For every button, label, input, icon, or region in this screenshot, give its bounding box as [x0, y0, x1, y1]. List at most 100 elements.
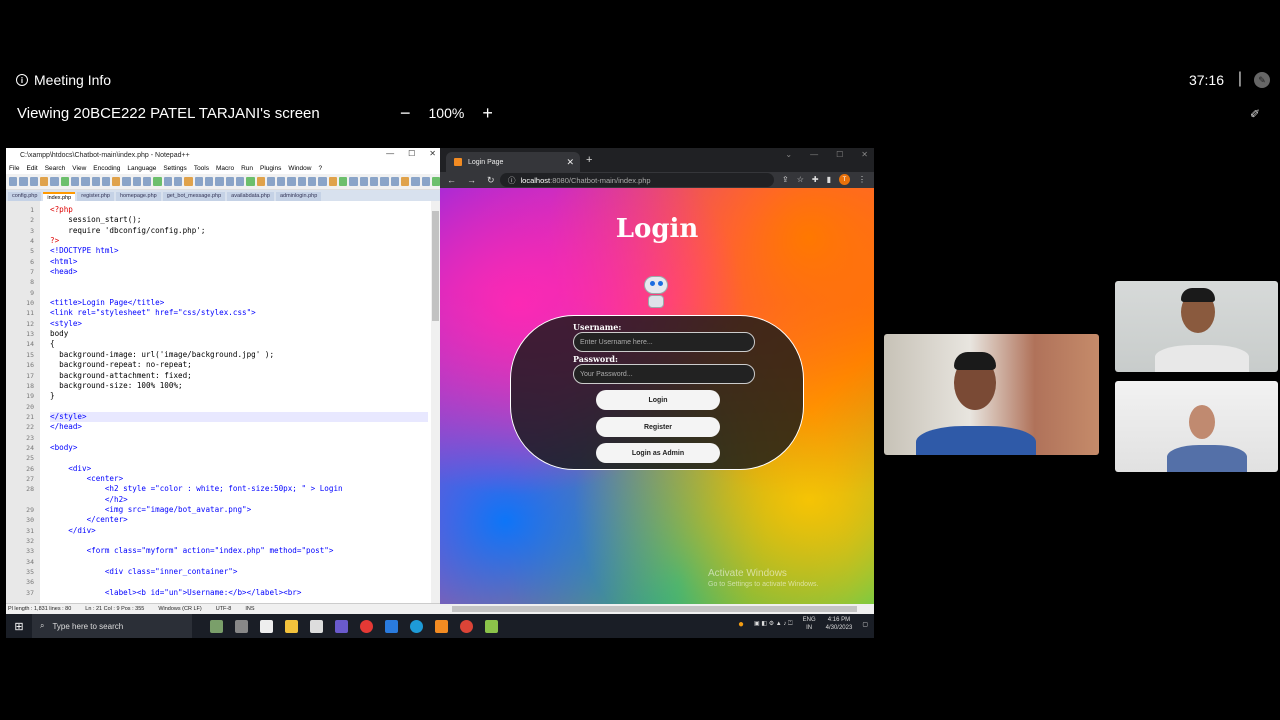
- toolbar-button-icon[interactable]: [50, 177, 59, 186]
- menu-item[interactable]: Run: [241, 165, 253, 172]
- participant-video-2[interactable]: [1115, 281, 1278, 372]
- toolbar-button-icon[interactable]: [266, 177, 276, 186]
- toolbar-button-icon[interactable]: [204, 177, 214, 186]
- store-icon[interactable]: [310, 619, 323, 633]
- taskbar-clock[interactable]: 4:16 PM 4/30/2023: [826, 616, 853, 632]
- chevron-down-icon[interactable]: ⌄: [785, 150, 792, 159]
- toolbar-button-icon[interactable]: [19, 177, 28, 186]
- menu-item[interactable]: Settings: [163, 165, 187, 172]
- toolbar-button-icon[interactable]: [70, 177, 80, 186]
- chrome-icon[interactable]: [460, 619, 473, 633]
- task-view-icon[interactable]: [235, 619, 248, 633]
- menu-item[interactable]: Macro: [216, 165, 234, 172]
- toolbar-button-icon[interactable]: [308, 177, 317, 186]
- tray-icons[interactable]: ▣ ◧ ⚙ ▲ ♪ ⏍: [754, 620, 793, 628]
- maximize-icon[interactable]: ☐: [836, 150, 843, 159]
- participant-video-3[interactable]: [1115, 381, 1278, 472]
- file-tab[interactable]: adminlogin.php: [275, 192, 322, 201]
- file-explorer-icon[interactable]: [285, 619, 298, 633]
- toolbar-button-icon[interactable]: [277, 177, 286, 186]
- vscode-icon[interactable]: [385, 619, 398, 633]
- zoom-in-button[interactable]: +: [482, 104, 493, 122]
- password-input[interactable]: Your Password...: [573, 364, 755, 384]
- toolbar-button-icon[interactable]: [81, 177, 90, 186]
- toolbar-button-icon[interactable]: [380, 177, 389, 186]
- toolbar-button-icon[interactable]: [421, 177, 430, 186]
- compass-icon[interactable]: ✎: [1254, 72, 1270, 88]
- profile-avatar[interactable]: T: [839, 174, 850, 185]
- annotate-icon[interactable]: ✐: [1250, 107, 1260, 121]
- menu-item[interactable]: Tools: [194, 165, 209, 172]
- toolbar-button-icon[interactable]: [256, 177, 265, 186]
- toolbar-button-icon[interactable]: [390, 177, 399, 186]
- toolbar-button-icon[interactable]: [297, 177, 307, 186]
- tab-close-icon[interactable]: ✕: [566, 157, 574, 168]
- widgets-icon[interactable]: [210, 619, 223, 633]
- notification-icon[interactable]: ▢: [862, 621, 868, 628]
- participant-video-1[interactable]: [884, 334, 1099, 455]
- toolbar-button-icon[interactable]: [246, 177, 255, 186]
- toolbar-button-icon[interactable]: [359, 177, 368, 186]
- file-tab[interactable]: register.php: [77, 192, 114, 201]
- file-tab[interactable]: availabdata.php: [227, 192, 274, 201]
- xampp-icon[interactable]: [435, 619, 448, 633]
- extensions-icon[interactable]: ✚: [812, 175, 819, 184]
- toolbar-button-icon[interactable]: [400, 177, 410, 186]
- toolbar-button-icon[interactable]: [184, 177, 193, 186]
- maximize-icon[interactable]: ☐: [408, 149, 415, 158]
- toolbar-button-icon[interactable]: [29, 177, 38, 186]
- opera-icon[interactable]: [360, 619, 373, 633]
- minimize-icon[interactable]: —: [386, 149, 394, 158]
- toolbar-button-icon[interactable]: [318, 177, 327, 186]
- new-tab-icon[interactable]: +: [586, 154, 592, 166]
- menu-item[interactable]: Language: [127, 165, 156, 172]
- toolbar-button-icon[interactable]: [339, 177, 348, 186]
- menu-item[interactable]: Edit: [26, 165, 37, 172]
- toolbar-button-icon[interactable]: [174, 177, 183, 186]
- sidebar-icon[interactable]: ▮: [827, 175, 831, 184]
- toolbar-button-icon[interactable]: [60, 177, 69, 186]
- weather-icon[interactable]: ●: [738, 619, 744, 630]
- toolbar-button-icon[interactable]: [328, 177, 337, 186]
- menu-icon[interactable]: ⋮: [858, 175, 866, 184]
- notepadpp-icon[interactable]: [485, 619, 498, 633]
- file-tab[interactable]: index.php: [43, 192, 76, 201]
- toolbar-button-icon[interactable]: [287, 177, 296, 186]
- zoom-out-button[interactable]: −: [400, 104, 411, 122]
- toolbar-button-icon[interactable]: [349, 177, 358, 186]
- toolbar-button-icon[interactable]: [9, 177, 18, 186]
- code-editor[interactable]: 1 <?php 2 session_start(); 3 require 'dbcon…: [6, 201, 440, 603]
- toolbar-button-icon[interactable]: [431, 177, 441, 186]
- forward-icon[interactable]: →: [467, 175, 476, 186]
- reload-icon[interactable]: ↻: [487, 175, 495, 186]
- address-bar[interactable]: ⓘ localhost:8080/Chatbot-main/index.php: [500, 173, 774, 187]
- file-tab[interactable]: get_bot_message.php: [162, 192, 226, 201]
- windows-start-icon[interactable]: ⊞: [6, 620, 32, 633]
- taskbar-search[interactable]: ⌕ Type here to search: [32, 614, 192, 638]
- vertical-scrollbar[interactable]: [431, 201, 440, 603]
- file-tab[interactable]: config.php: [8, 192, 42, 201]
- toolbar-button-icon[interactable]: [91, 177, 100, 186]
- browser-tab[interactable]: Login Page ✕: [446, 152, 580, 172]
- close-icon[interactable]: ✕: [861, 150, 868, 159]
- file-tab[interactable]: homepage.php: [116, 192, 161, 201]
- menu-item[interactable]: File: [9, 165, 19, 172]
- admin-login-button[interactable]: Login as Admin: [596, 443, 720, 463]
- star-icon[interactable]: ☆: [797, 175, 804, 184]
- username-input[interactable]: Enter Username here...: [573, 332, 755, 352]
- horizontal-scrollbar[interactable]: [440, 604, 874, 614]
- media-player-icon[interactable]: [335, 619, 348, 633]
- toolbar-button-icon[interactable]: [101, 177, 111, 186]
- menu-item[interactable]: View: [72, 165, 86, 172]
- toolbar-button-icon[interactable]: [215, 177, 224, 186]
- document-icon[interactable]: [260, 619, 273, 633]
- toolbar-button-icon[interactable]: [39, 177, 49, 186]
- toolbar-button-icon[interactable]: [143, 177, 152, 186]
- toolbar-button-icon[interactable]: [369, 177, 379, 186]
- back-icon[interactable]: ←: [447, 175, 456, 186]
- menu-item[interactable]: Plugins: [260, 165, 281, 172]
- toolbar-button-icon[interactable]: [112, 177, 121, 186]
- meeting-info-button[interactable]: i Meeting Info: [16, 72, 111, 88]
- toolbar-button-icon[interactable]: [235, 177, 245, 186]
- minimize-icon[interactable]: —: [810, 150, 818, 159]
